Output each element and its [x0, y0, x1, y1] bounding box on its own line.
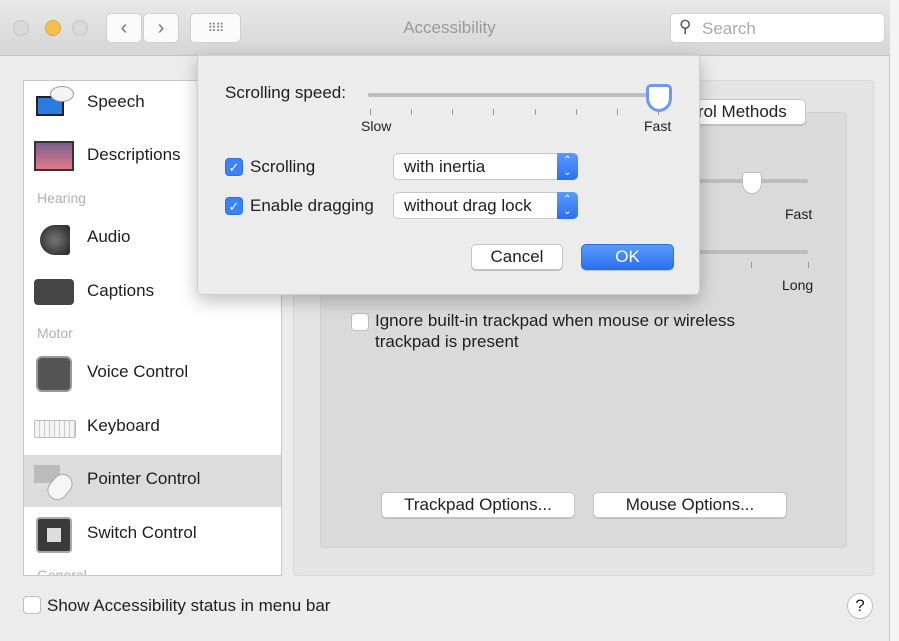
sidebar-item-keyboard[interactable]: Keyboard: [24, 402, 281, 454]
switch-control-icon: [34, 517, 74, 553]
slider-tick: [750, 262, 752, 268]
scrolling-speed-thumb[interactable]: [646, 84, 672, 112]
enable-dragging-label: Enable dragging: [250, 196, 374, 215]
slider-tick: [575, 109, 577, 115]
slow-label: Slow: [361, 118, 392, 134]
pointer-control-icon: [34, 463, 77, 505]
sidebar-item-switch-control[interactable]: Switch Control: [24, 509, 281, 561]
captions-icon: [34, 275, 74, 311]
keyboard-icon: [34, 410, 76, 446]
fast-label: Fast: [644, 118, 672, 134]
ignore-trackpad-label: Ignore built-in trackpad when mouse or w…: [375, 311, 736, 330]
scrolling-label: Scrolling: [250, 157, 316, 176]
speaker-icon: [34, 221, 74, 257]
slider-tick: [411, 109, 413, 115]
slider-max-label: Fast: [785, 206, 813, 222]
dragging-select[interactable]: without drag lock ⌃ ⌄: [393, 192, 578, 219]
checkmark-icon: ✓: [228, 199, 240, 214]
section-header-general: General: [37, 567, 87, 576]
slider-thumb[interactable]: [742, 172, 762, 194]
ignore-trackpad-label: trackpad is present: [375, 332, 519, 351]
speech-icon: [34, 86, 74, 122]
slider-tick: [534, 109, 536, 115]
search-icon: ⚲: [679, 17, 692, 36]
slider-tick: [616, 109, 618, 115]
trackpad-options-sheet: Scrolling speed: Slow Fast ✓ Scrolling w…: [197, 55, 700, 295]
updown-chevron-icon: ⌃ ⌄: [557, 153, 578, 180]
descriptions-icon: [34, 139, 74, 175]
mouse-options-button[interactable]: Mouse Options...: [593, 492, 787, 518]
scrolling-select[interactable]: with inertia ⌃ ⌄: [393, 153, 578, 180]
voice-control-icon: [34, 356, 74, 392]
trackpad-options-button[interactable]: Trackpad Options...: [381, 492, 575, 518]
slider-tick: [452, 109, 454, 115]
section-header-motor: Motor: [37, 325, 73, 341]
status-menu-label: Show Accessibility status in menu bar: [47, 596, 331, 615]
scrolling-speed-slider[interactable]: [368, 93, 664, 97]
updown-chevron-icon: ⌃ ⌄: [557, 192, 578, 219]
enable-dragging-checkbox[interactable]: ✓: [225, 197, 243, 215]
title-bar: ‹ › ⠿⠿ Accessibility ⚲ Search: [0, 0, 890, 56]
cancel-button[interactable]: Cancel: [471, 244, 563, 270]
checkmark-icon: ✓: [228, 160, 240, 175]
slider-tick: [493, 109, 495, 115]
sidebar-item-voice-control[interactable]: Voice Control: [24, 348, 281, 400]
status-menu-checkbox[interactable]: [23, 596, 41, 614]
slider-tick: [808, 262, 809, 268]
search-placeholder: Search: [702, 19, 756, 38]
slider-max-label: Long: [782, 277, 814, 293]
scrolling-checkbox[interactable]: ✓: [225, 158, 243, 176]
ignore-trackpad-checkbox[interactable]: [351, 313, 369, 331]
select-value: without drag lock: [404, 196, 532, 215]
select-value: with inertia: [404, 157, 486, 176]
sidebar-item-pointer-control[interactable]: Pointer Control: [24, 455, 281, 507]
section-header-hearing: Hearing: [37, 190, 87, 206]
ok-button[interactable]: OK: [581, 244, 674, 270]
scrolling-speed-label: Scrolling speed:: [225, 83, 346, 102]
search-input[interactable]: ⚲ Search: [670, 13, 885, 43]
help-button[interactable]: ?: [847, 593, 873, 619]
slider-tick: [370, 109, 371, 115]
